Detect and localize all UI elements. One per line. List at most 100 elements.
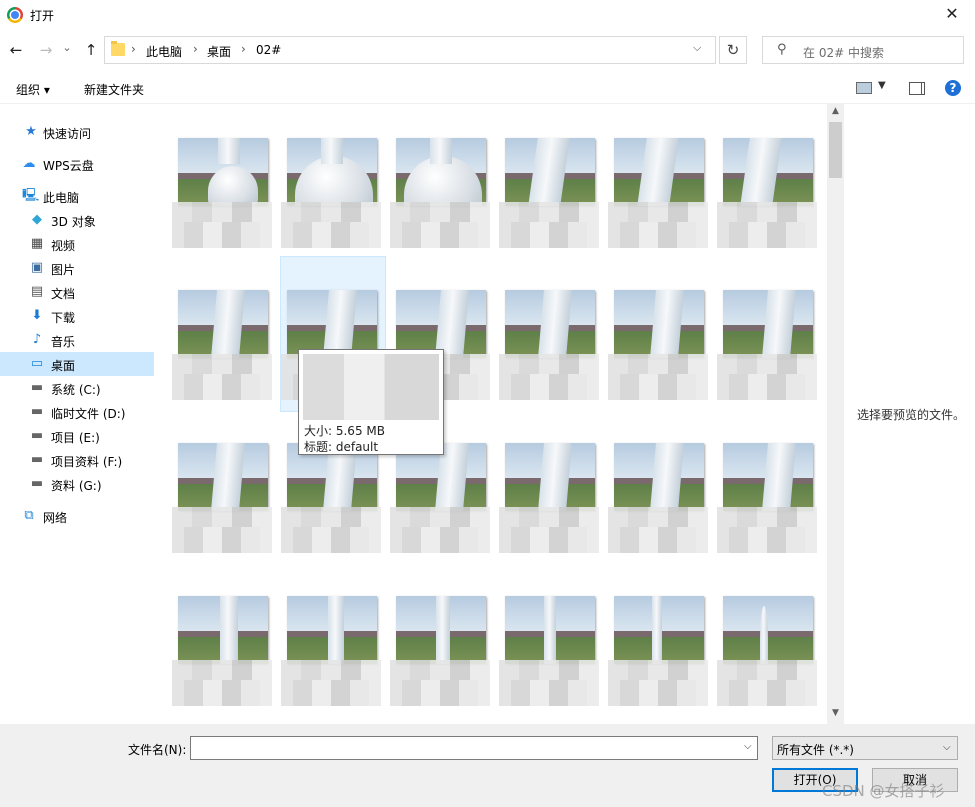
sidebar-item-label: 临时文件 (D:) [51,407,126,421]
file-thumbnail[interactable] [281,596,381,712]
forward-button[interactable]: → [36,40,56,60]
sidebar-item-downloads[interactable]: ⬇ 下载 [0,304,154,328]
sidebar-item-wps-cloud[interactable]: ☁ WPS云盘 [0,152,154,176]
preview-message: 选择要预览的文件。 [857,408,966,422]
computer-icon: 🖳 [22,188,40,203]
breadcrumb-separator[interactable]: › [193,42,198,56]
thumbnail-image [614,443,704,511]
file-thumbnail[interactable] [499,596,599,712]
sidebar-item-this-pc[interactable]: 🖳 此电脑 [0,184,154,208]
file-thumbnail[interactable] [608,596,708,712]
sidebar-item-quick-access[interactable]: ★ 快速访问 [0,120,154,144]
file-thumbnail[interactable] [717,290,817,406]
file-thumbnail[interactable] [281,138,381,254]
file-thumbnail[interactable] [172,138,272,254]
vertical-scrollbar[interactable]: ▲ ▼ [827,104,844,724]
file-thumbnail[interactable] [172,443,272,559]
refresh-button[interactable]: ↻ [719,36,747,64]
sidebar-item-drive-d[interactable]: ▬ 临时文件 (D:) [0,400,154,424]
sidebar-item-label: 网络 [43,511,68,525]
chevron-down-icon: ⌵ [943,742,951,753]
sidebar-item-music[interactable]: ♪ 音乐 [0,328,154,352]
file-thumbnail[interactable] [717,138,817,254]
star-icon: ★ [25,124,37,139]
scroll-thumb[interactable] [829,122,842,178]
new-folder-button[interactable]: 新建文件夹 [84,81,144,98]
thumbnail-image [287,138,377,206]
breadcrumb-desktop[interactable]: 桌面 [207,43,231,60]
thumbnail-image [505,596,595,664]
file-name-redacted [717,507,817,553]
file-thumbnail[interactable] [499,443,599,559]
breadcrumb-separator[interactable]: › [131,42,136,56]
thumbnail-image [178,443,268,511]
file-name-redacted [390,660,490,706]
file-type-select[interactable]: 所有文件 (*.*) ⌵ [772,736,958,760]
file-thumbnail[interactable] [717,443,817,559]
recent-locations-button[interactable]: ⌄ [60,38,74,58]
sidebar-item-documents[interactable]: ▤ 文档 [0,280,154,304]
network-icon: ⧉ [24,508,34,523]
file-thumbnail[interactable] [608,290,708,406]
thumbnail-image [396,596,486,664]
file-thumbnail[interactable] [717,596,817,712]
sidebar-item-3d-objects[interactable]: ◆ 3D 对象 [0,208,154,232]
back-button[interactable]: ← [6,40,26,60]
scroll-down-arrow-icon[interactable]: ▼ [827,708,844,722]
sidebar-item-label: 项目 (E:) [51,431,100,445]
breadcrumb-02[interactable]: 02# [256,43,281,57]
file-thumbnail[interactable] [608,443,708,559]
file-name-redacted [390,507,490,553]
thumbnail-image [178,290,268,358]
thumbnail-image [287,596,377,664]
filename-label: 文件名(N): [128,743,187,757]
preview-pane-icon[interactable] [909,82,925,95]
file-thumbnail[interactable] [390,443,490,559]
file-thumbnail[interactable] [499,290,599,406]
organize-button[interactable]: 组织 ▾ [16,81,50,98]
thumbnail-image [178,138,268,206]
music-icon: ♪ [32,332,42,347]
file-thumbnail[interactable] [172,596,272,712]
file-list[interactable] [157,104,827,724]
sidebar-item-pictures[interactable]: ▣ 图片 [0,256,154,280]
sidebar-item-label: 资料 (G:) [51,479,102,493]
breadcrumb-this-pc[interactable]: 此电脑 [146,43,182,60]
file-thumbnail[interactable] [172,290,272,406]
sidebar-item-drive-e[interactable]: ▬ 项目 (E:) [0,424,154,448]
close-button[interactable]: ✕ [940,3,964,25]
search-box[interactable]: ⚲ 在 02# 中搜索 [762,36,964,64]
drive-icon: ▬ [30,476,44,491]
search-input[interactable]: 在 02# 中搜索 [803,44,884,61]
address-bar[interactable]: › 此电脑 › 桌面 › 02# ⌵ [104,36,716,64]
breadcrumb-separator[interactable]: › [241,42,246,56]
sidebar-item-drive-f[interactable]: ▬ 项目资料 (F:) [0,448,154,472]
file-name-redacted [717,202,817,248]
file-name-redacted [608,354,708,400]
chevron-down-icon[interactable]: ▼ [878,80,886,91]
filename-input[interactable] [190,736,758,760]
sidebar-item-label: 快速访问 [43,127,92,141]
up-button[interactable]: ↑ [81,40,101,60]
file-thumbnail[interactable] [499,138,599,254]
scroll-up-arrow-icon[interactable]: ▲ [827,106,844,120]
chevron-down-icon[interactable]: ⌵ [693,41,701,55]
file-name-redacted [390,202,490,248]
file-thumbnail[interactable] [281,443,381,559]
sidebar-item-drive-c[interactable]: ▬ 系统 (C:) [0,376,154,400]
thumbnail-image [505,138,595,206]
file-thumbnail[interactable] [390,138,490,254]
sidebar-item-label: 图片 [51,263,76,277]
sidebar-item-desktop[interactable]: ▭ 桌面 [0,352,154,376]
file-name-redacted [499,507,599,553]
file-name-redacted [172,660,272,706]
view-options-icon[interactable] [856,82,872,94]
chevron-down-icon[interactable]: ⌵ [744,741,752,752]
sidebar-item-network[interactable]: ⧉ 网络 [0,504,154,528]
file-thumbnail[interactable] [390,596,490,712]
file-name-redacted [281,660,381,706]
help-icon[interactable]: ? [945,80,961,96]
sidebar-item-drive-g[interactable]: ▬ 资料 (G:) [0,472,154,496]
sidebar-item-videos[interactable]: ▦ 视频 [0,232,154,256]
file-thumbnail[interactable] [608,138,708,254]
